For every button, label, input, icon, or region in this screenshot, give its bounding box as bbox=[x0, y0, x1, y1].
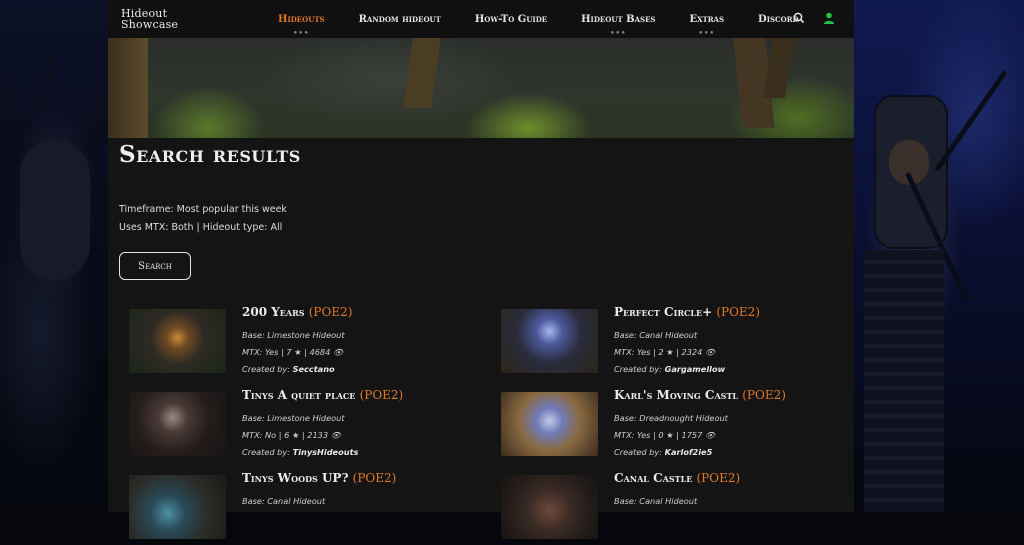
result-card[interactable]: Tinys Woods UP? (POE2) Base: Canal Hideo… bbox=[129, 471, 449, 545]
hideout-base: Base: Limestone Hideout bbox=[242, 330, 345, 340]
hideout-name: Canal Castle bbox=[614, 471, 693, 485]
search-button[interactable]: Search bbox=[119, 252, 191, 280]
creator-name[interactable]: Karlof2ie5 bbox=[665, 447, 713, 457]
hideout-title[interactable]: Tinys Woods UP? (POE2) bbox=[242, 471, 396, 485]
user-icon[interactable] bbox=[822, 11, 836, 25]
creator-name[interactable]: Gargamellow bbox=[665, 364, 726, 374]
game-tag: (POE2) bbox=[716, 305, 760, 319]
main-nav: Hideouts ••• Random hideout How-To Guide… bbox=[199, 13, 854, 37]
hideout-title[interactable]: 200 Years (POE2) bbox=[242, 305, 352, 319]
hideout-base: Base: Limestone Hideout bbox=[242, 413, 345, 423]
hideout-stats: MTX: Yes | 0 ★ | 1757 👁 bbox=[614, 430, 716, 440]
game-tag: (POE2) bbox=[696, 471, 741, 485]
page-title: Search results bbox=[119, 141, 301, 168]
hideout-creator-line: Created by: Karlof2ie5 bbox=[614, 447, 712, 457]
hideout-thumbnail[interactable] bbox=[129, 309, 226, 373]
dropdown-indicator: ••• bbox=[698, 27, 715, 37]
hideout-base: Base: Canal Hideout bbox=[242, 496, 326, 506]
hideout-stats: MTX: No | 6 ★ | 2133 👁 bbox=[242, 430, 342, 440]
content-panel: Search results Timeframe: Most popular t… bbox=[108, 38, 854, 539]
nav-hideouts-label: Hideouts bbox=[278, 13, 325, 25]
nav-guide-label: How-To Guide bbox=[474, 13, 548, 25]
hideout-title[interactable]: Tinys A quiet place (POE2) bbox=[242, 388, 403, 402]
created-by-label: Created by: bbox=[242, 447, 290, 457]
created-by-label: Created by: bbox=[614, 447, 662, 457]
filter-timeframe: Timeframe: Most popular this week bbox=[119, 204, 287, 215]
nav-extras-label: Extras bbox=[689, 13, 725, 25]
result-card[interactable]: Perfect Circle+ (POE2) Base: Canal Hideo… bbox=[501, 305, 821, 379]
left-background-art bbox=[0, 0, 113, 512]
hideout-title[interactable]: Perfect Circle+ (POE2) bbox=[614, 305, 760, 319]
nav-bases-label: Hideout Bases bbox=[581, 13, 656, 25]
game-tag: (POE2) bbox=[352, 471, 397, 485]
nav-hideout-bases[interactable]: Hideout Bases ••• bbox=[581, 13, 656, 37]
hideout-name: Perfect Circle+ bbox=[614, 305, 713, 319]
created-by-label: Created by: bbox=[242, 364, 290, 374]
nav-extras[interactable]: Extras ••• bbox=[689, 13, 725, 37]
search-filter-summary: Timeframe: Most popular this week Uses M… bbox=[119, 201, 287, 237]
top-navigation-bar: Hideout Showcase Hideouts ••• Random hid… bbox=[108, 0, 854, 38]
game-tag: (POE2) bbox=[742, 388, 786, 402]
hideout-name: Tinys A quiet place bbox=[242, 388, 356, 402]
result-card[interactable]: Canal Castle (POE2) Base: Canal Hideout bbox=[501, 471, 821, 545]
hideout-thumbnail[interactable] bbox=[501, 309, 598, 373]
result-card[interactable]: Karl's Moving Castl (POE2) Base: Dreadno… bbox=[501, 388, 821, 462]
hideout-name: 200 Years bbox=[242, 305, 305, 319]
creator-name[interactable]: TinysHideouts bbox=[293, 447, 359, 457]
nav-how-to-guide[interactable]: How-To Guide bbox=[475, 14, 547, 25]
hideout-creator-line: Created by: Gargamellow bbox=[614, 364, 725, 374]
hideout-creator-line: Created by: Secctano bbox=[242, 364, 335, 374]
nav-random-label: Random hideout bbox=[358, 13, 441, 25]
hideout-title[interactable]: Karl's Moving Castl (POE2) bbox=[614, 388, 786, 402]
hideout-base: Base: Canal Hideout bbox=[614, 330, 698, 340]
hideout-thumbnail[interactable] bbox=[501, 475, 598, 539]
game-tag: (POE2) bbox=[308, 305, 353, 319]
hideout-name: Tinys Woods UP? bbox=[242, 471, 349, 485]
filter-mtx-type: Uses MTX: Both | Hideout type: All bbox=[119, 222, 283, 233]
search-icon[interactable] bbox=[792, 11, 806, 25]
hideout-stats: MTX: Yes | 2 ★ | 2324 👁 bbox=[614, 347, 716, 357]
site-logo[interactable]: Hideout Showcase bbox=[108, 8, 199, 30]
hideout-base: Base: Canal Hideout bbox=[614, 496, 698, 506]
result-card[interactable]: Tinys A quiet place (POE2) Base: Limesto… bbox=[129, 388, 449, 462]
right-background-art bbox=[854, 0, 1024, 512]
created-by-label: Created by: bbox=[614, 364, 662, 374]
nav-random-hideout[interactable]: Random hideout bbox=[359, 14, 441, 25]
hideout-title[interactable]: Canal Castle (POE2) bbox=[614, 471, 740, 485]
hideout-creator-line: Created by: TinysHideouts bbox=[242, 447, 358, 457]
dropdown-indicator: ••• bbox=[610, 27, 627, 37]
creator-name[interactable]: Secctano bbox=[293, 364, 335, 374]
dropdown-indicator: ••• bbox=[293, 27, 310, 37]
hideout-stats: MTX: Yes | 7 ★ | 4684 👁 bbox=[242, 347, 344, 357]
game-tag: (POE2) bbox=[359, 388, 404, 402]
hideout-thumbnail[interactable] bbox=[129, 475, 226, 539]
nav-hideouts[interactable]: Hideouts ••• bbox=[278, 13, 325, 37]
result-card[interactable]: 200 Years (POE2) Base: Limestone Hideout… bbox=[129, 305, 449, 379]
hideout-base: Base: Dreadnought Hideout bbox=[614, 413, 728, 423]
header-banner-image bbox=[108, 38, 854, 138]
hideout-name: Karl's Moving Castl bbox=[614, 388, 739, 402]
logo-line-2: Showcase bbox=[121, 18, 179, 31]
hideout-thumbnail[interactable] bbox=[129, 392, 226, 456]
hideout-thumbnail[interactable] bbox=[501, 392, 598, 456]
